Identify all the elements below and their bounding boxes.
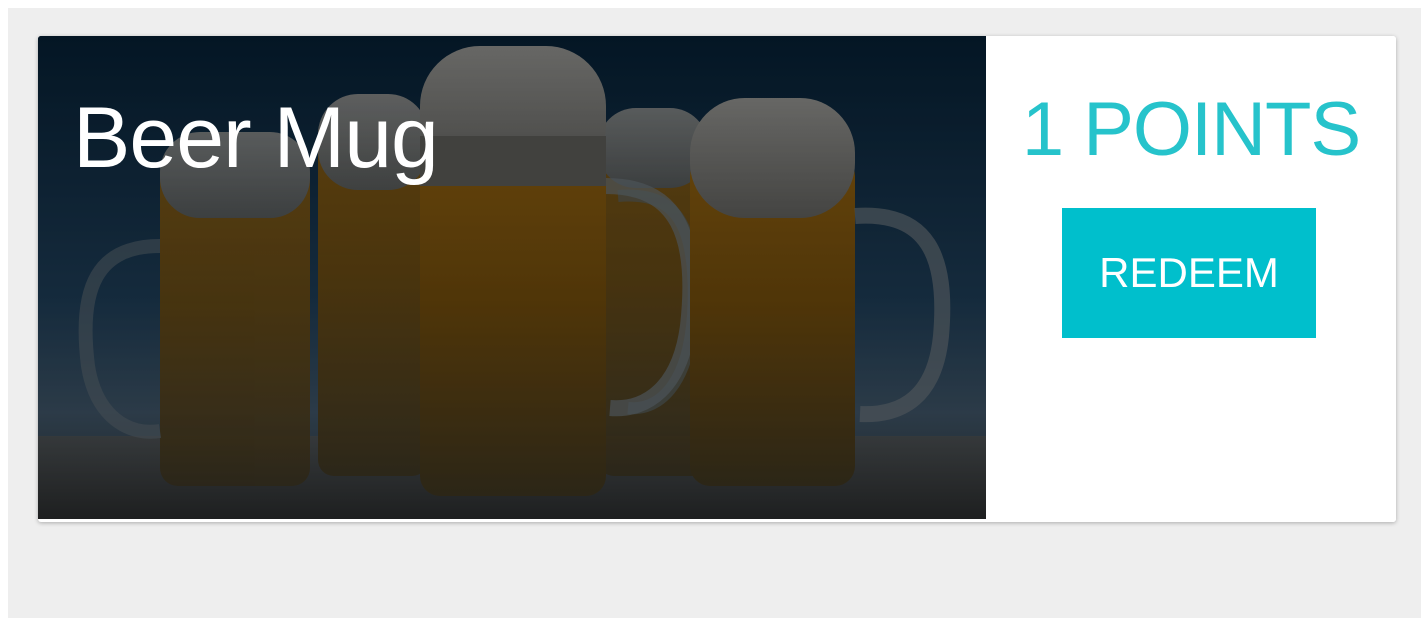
reward-actions-panel: 1 POINTS REDEEM (986, 36, 1396, 522)
reward-card: Beer Mug 1 POINTS REDEEM (38, 36, 1396, 522)
redeem-button[interactable]: REDEEM (1062, 208, 1316, 338)
reward-title: Beer Mug (73, 90, 439, 186)
points-cost: 1 POINTS (1021, 87, 1361, 172)
reward-image: Beer Mug (38, 36, 986, 519)
page-background: Beer Mug 1 POINTS REDEEM (8, 8, 1421, 618)
